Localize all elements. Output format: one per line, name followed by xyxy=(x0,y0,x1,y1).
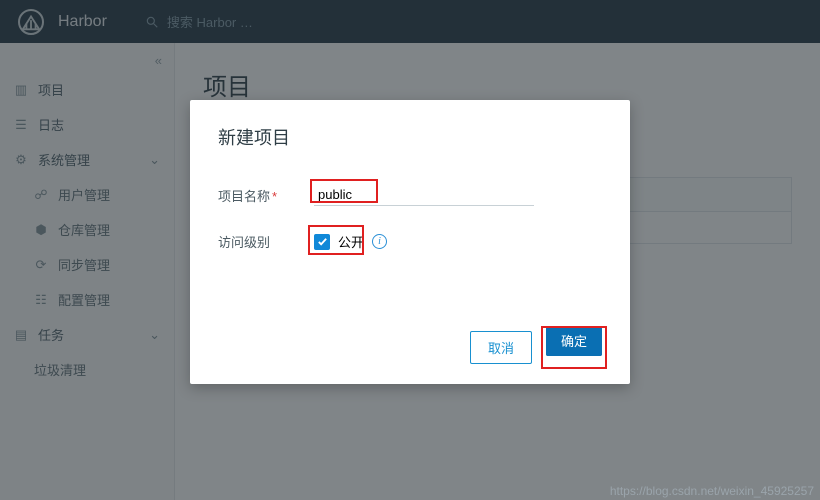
source-watermark: https://blog.csdn.net/weixin_45925257 xyxy=(610,484,814,498)
dialog-actions: 取消 确定 xyxy=(218,331,602,364)
public-checkbox-label: 公开 xyxy=(338,232,364,251)
project-name-input[interactable] xyxy=(314,184,534,206)
cancel-button[interactable]: 取消 xyxy=(470,331,532,364)
public-checkbox[interactable] xyxy=(314,234,330,250)
project-name-label: 项目名称* xyxy=(218,186,314,205)
access-level-label: 访问级别 xyxy=(218,232,314,251)
modal-overlay: 新建项目 项目名称* 访问级别 公开 i xyxy=(0,0,820,500)
new-project-dialog: 新建项目 项目名称* 访问级别 公开 i xyxy=(190,100,630,384)
info-icon[interactable]: i xyxy=(372,234,387,249)
project-name-row: 项目名称* xyxy=(218,184,602,206)
confirm-button[interactable]: 确定 xyxy=(546,327,602,356)
access-level-row: 访问级别 公开 i xyxy=(218,232,602,251)
dialog-title: 新建项目 xyxy=(218,124,602,150)
